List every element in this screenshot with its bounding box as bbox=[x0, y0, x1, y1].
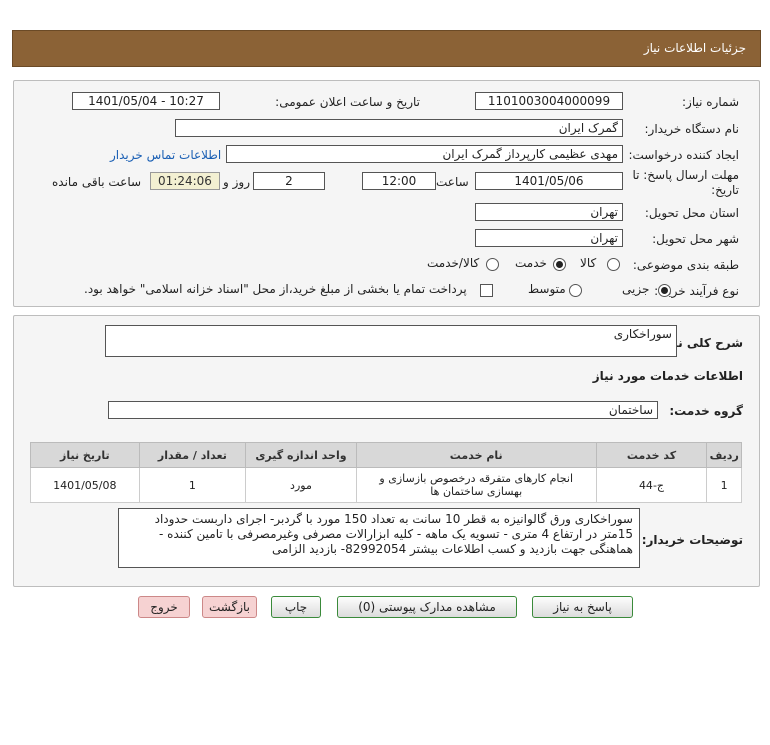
process-radio-medium[interactable] bbox=[569, 284, 582, 297]
process-option-minor: جزیی bbox=[622, 282, 650, 296]
service-group-label: گروه خدمت: bbox=[669, 404, 743, 418]
days-label: روز و bbox=[223, 175, 250, 189]
col-need-date: تاریخ نیاز bbox=[30, 442, 140, 468]
summary-title-field: سوراخکاری bbox=[105, 325, 677, 357]
province-field: تهران bbox=[475, 203, 623, 221]
payment-note: پرداخت تمام یا بخشی از مبلغ خرید،از محل … bbox=[84, 282, 467, 296]
cell-quantity: 1 bbox=[138, 467, 247, 503]
attachments-button[interactable]: مشاهده مدارک پیوستی (0) bbox=[337, 596, 517, 618]
category-option-service: خدمت bbox=[515, 256, 547, 270]
col-service-code: کد خدمت bbox=[595, 442, 708, 468]
deadline-date-field: 1401/05/06 bbox=[475, 172, 623, 190]
cell-need-date: 1401/05/08 bbox=[30, 467, 140, 503]
announce-field: 1401/05/04 - 10:27 bbox=[72, 92, 220, 110]
category-radio-goods[interactable] bbox=[607, 258, 620, 271]
cell-row: 1 bbox=[706, 467, 742, 503]
city-field: تهران bbox=[475, 229, 623, 247]
buyer-org-field: گمرک ایران bbox=[175, 119, 623, 137]
deadline-label: مهلت ارسال پاسخ: تا تاریخ: bbox=[632, 168, 739, 197]
page-title: جزئیات اطلاعات نیاز bbox=[643, 41, 746, 55]
buyer-notes-label: توضیحات خریدار: bbox=[641, 533, 743, 547]
contact-buyer-link[interactable]: اطلاعات تماس خریدار bbox=[110, 148, 221, 162]
days-field: 2 bbox=[253, 172, 325, 190]
category-label: طبقه بندی موضوعی: bbox=[632, 258, 739, 272]
print-button[interactable]: چاپ bbox=[271, 596, 321, 618]
cell-service-code: ج-44 bbox=[595, 467, 708, 503]
announce-label: تاریخ و ساعت اعلان عمومی: bbox=[275, 95, 420, 109]
exit-button[interactable]: خروج bbox=[138, 596, 190, 618]
col-service-name: نام خدمت bbox=[355, 442, 597, 468]
category-radio-goods-service[interactable] bbox=[486, 258, 499, 271]
category-option-goods-service: کالا/خدمت bbox=[427, 256, 480, 270]
process-radio-minor[interactable] bbox=[658, 284, 671, 297]
table-row: 1 ج-44 انجام کارهای متفرقه درخصوص بازساز… bbox=[30, 467, 742, 503]
reply-button[interactable]: پاسخ به نیاز bbox=[532, 596, 633, 618]
buyer-notes-field: سوراخکاری ورق گالوانیزه به قطر 10 سانت ب… bbox=[118, 508, 640, 568]
time-label: ساعت bbox=[436, 175, 469, 189]
services-table: ردیف کد خدمت نام خدمت واحد اندازه گیری ت… bbox=[30, 442, 742, 503]
cell-unit: مورد bbox=[245, 467, 357, 503]
creator-field: مهدی عظیمی کارپرداز گمرک ایران bbox=[226, 145, 623, 163]
category-option-goods: کالا bbox=[580, 256, 597, 270]
col-unit: واحد اندازه گیری bbox=[245, 442, 357, 468]
remaining-time-field: 01:24:06 bbox=[150, 172, 220, 190]
treasury-payment-checkbox[interactable] bbox=[480, 284, 493, 297]
services-heading: اطلاعات خدمات مورد نیاز bbox=[592, 369, 743, 383]
cell-service-name: انجام کارهای متفرقه درخصوص بازسازی و بهس… bbox=[355, 467, 597, 503]
need-number-field: 1101003004000099 bbox=[475, 92, 623, 110]
process-option-medium: متوسط bbox=[528, 282, 566, 296]
col-row: ردیف bbox=[706, 442, 742, 468]
remaining-label: ساعت باقی مانده bbox=[52, 175, 142, 189]
deadline-time-field: 12:00 bbox=[362, 172, 436, 190]
need-number-label: شماره نیاز: bbox=[682, 95, 739, 109]
province-label: استان محل تحویل: bbox=[644, 206, 739, 220]
service-group-field: ساختمان bbox=[108, 401, 658, 419]
creator-label: ایجاد کننده درخواست: bbox=[628, 148, 739, 162]
category-radio-service[interactable] bbox=[553, 258, 566, 271]
back-button[interactable]: بازگشت bbox=[202, 596, 257, 618]
buyer-org-label: نام دستگاه خریدار: bbox=[644, 122, 740, 136]
col-quantity: تعداد / مقدار bbox=[138, 442, 247, 468]
page-header: جزئیات اطلاعات نیاز bbox=[12, 30, 761, 67]
city-label: شهر محل تحویل: bbox=[652, 232, 739, 246]
